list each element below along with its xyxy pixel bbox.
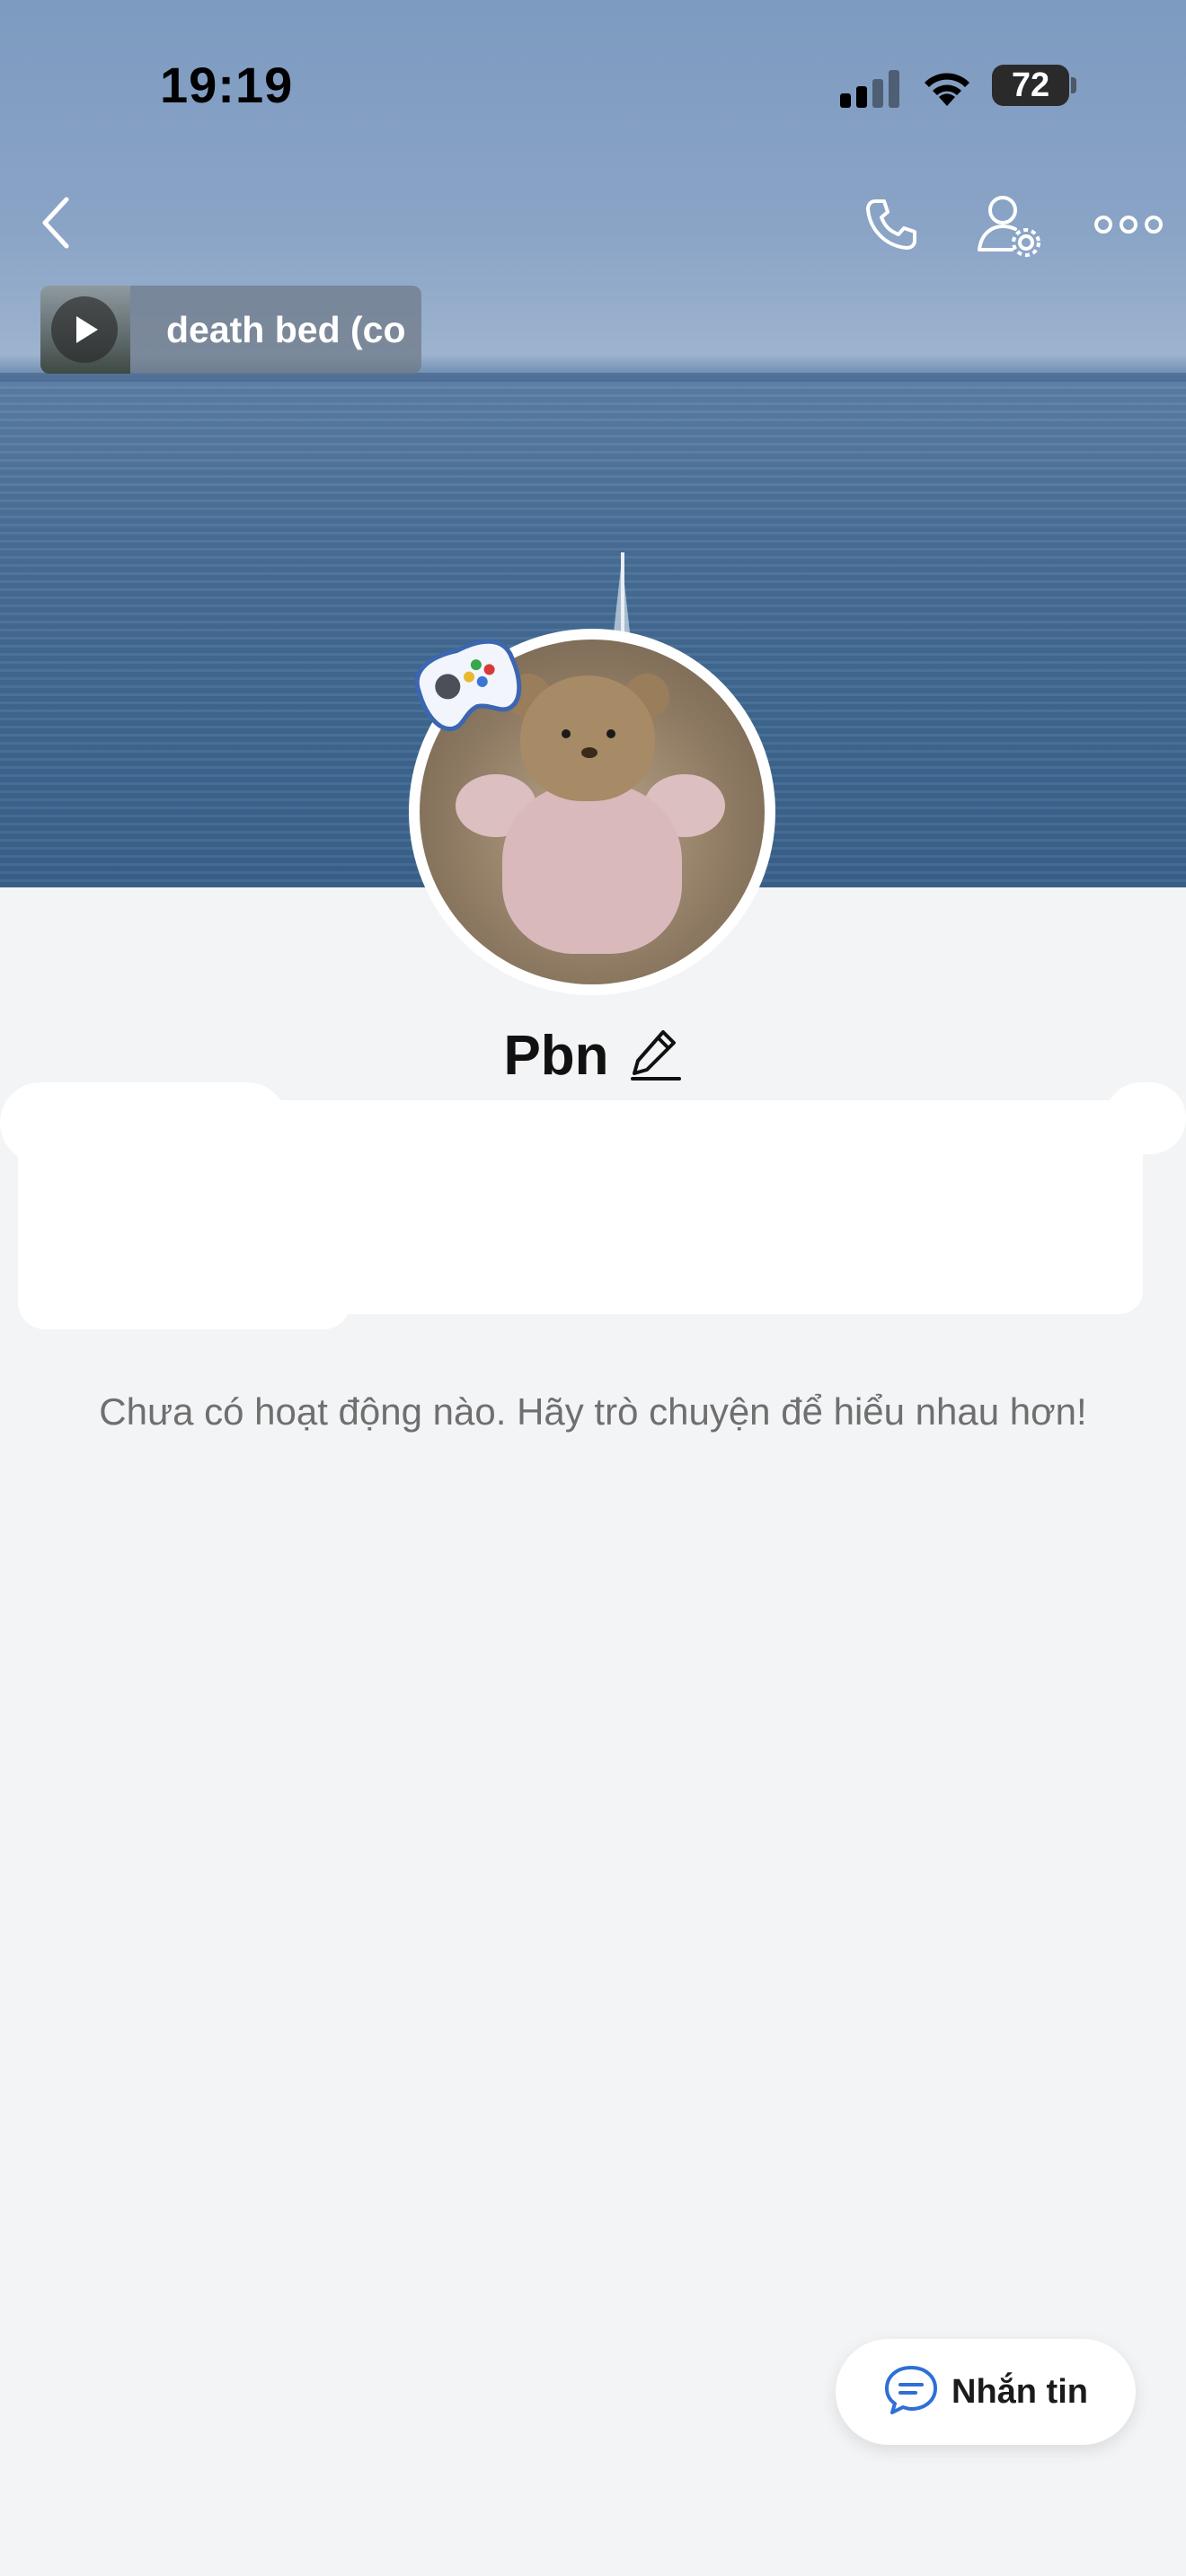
send-message-button[interactable]: Nhắn tin <box>836 2339 1136 2445</box>
horizon-line <box>0 373 1186 382</box>
status-time: 19:19 <box>160 57 294 113</box>
profile-settings-button[interactable] <box>970 189 1049 268</box>
chevron-left-icon <box>38 196 74 254</box>
empty-feed-message: Chưa có hoạt động nào. Hãy trò chuyện để… <box>99 1390 1087 1433</box>
play-icon[interactable] <box>51 296 118 363</box>
user-settings-icon <box>974 190 1046 267</box>
sailboat-mast <box>613 552 633 642</box>
edit-name-button[interactable] <box>629 1028 683 1082</box>
status-bar: 19:19 72 <box>0 0 1186 171</box>
more-horizontal-icon <box>1093 214 1164 240</box>
pencil-icon <box>630 1027 681 1085</box>
profile-name: Pbn <box>503 1024 609 1087</box>
battery-icon: 72 <box>992 65 1069 106</box>
music-title: death bed (co <box>166 309 406 350</box>
bear-nose <box>581 747 597 758</box>
bear-eye <box>606 729 615 738</box>
bear-body <box>502 783 682 954</box>
music-cover-art <box>40 286 130 374</box>
bio-redaction <box>18 1275 350 1329</box>
bear-eye <box>562 729 571 738</box>
phone-icon <box>863 196 920 258</box>
profile-music-chip[interactable]: death bed (co <box>40 286 421 374</box>
back-button[interactable] <box>27 189 84 260</box>
wifi-icon <box>920 65 974 108</box>
send-message-label: Nhắn tin <box>951 2372 1088 2411</box>
call-button[interactable] <box>854 189 929 264</box>
battery-tip <box>1071 77 1076 93</box>
more-options-button[interactable] <box>1087 198 1170 255</box>
chat-bubble-icon <box>883 2364 939 2421</box>
cell-signal-icon <box>840 70 899 108</box>
